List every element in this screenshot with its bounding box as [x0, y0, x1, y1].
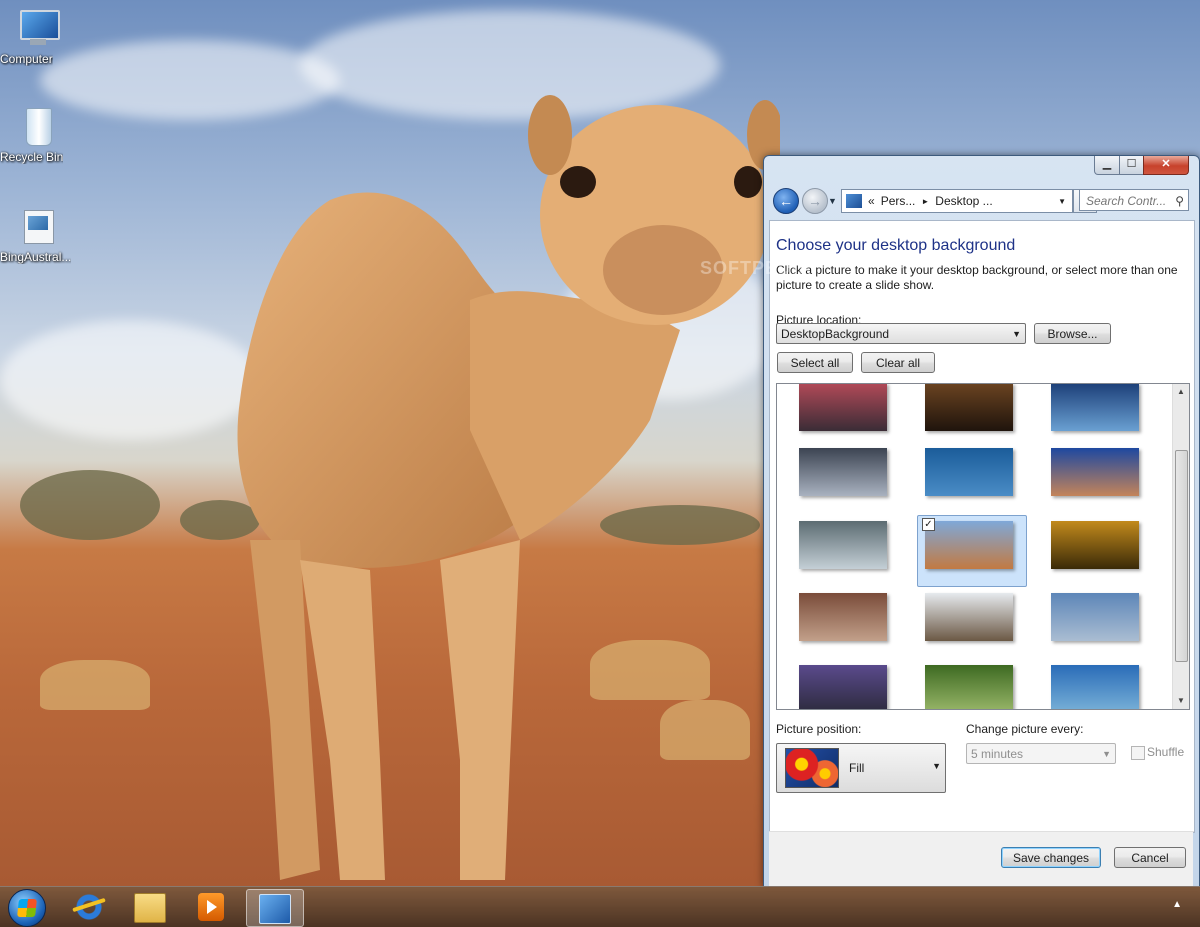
- play-icon: [207, 900, 217, 914]
- picture-location-value: DesktopBackground: [781, 327, 890, 341]
- search-icon[interactable]: ⚲: [1175, 190, 1184, 212]
- scroll-thumb[interactable]: [1175, 450, 1188, 662]
- thumbnail-cave-pool[interactable]: [799, 521, 887, 569]
- recent-pages-dropdown[interactable]: ▼: [828, 196, 837, 206]
- address-dropdown-icon[interactable]: ▼: [1058, 197, 1066, 206]
- taskbar-internet-explorer[interactable]: [62, 889, 118, 925]
- desktop-icon-label: Computer: [0, 52, 53, 66]
- thumbnail-camel[interactable]: [925, 521, 1013, 569]
- scroll-up-icon[interactable]: ▲: [1173, 384, 1189, 400]
- back-button[interactable]: ←: [773, 188, 799, 214]
- folder-icon: [134, 893, 166, 923]
- change-picture-value: 5 minutes: [971, 747, 1024, 761]
- picture-location-select[interactable]: DesktopBackground ▼: [776, 323, 1026, 344]
- close-button[interactable]: ✕: [1143, 156, 1189, 175]
- maximize-button[interactable]: ☐: [1119, 156, 1144, 175]
- breadcrumb-separator[interactable]: ►: [921, 197, 929, 206]
- picture-position-select[interactable]: Fill ▼: [776, 743, 946, 793]
- scroll-down-icon[interactable]: ▼: [1173, 693, 1189, 709]
- chevron-down-icon: ▼: [1102, 749, 1111, 759]
- thumbnail-snow-gums[interactable]: [1051, 593, 1139, 641]
- thumbnail-snow-wombats[interactable]: [925, 593, 1013, 641]
- picture-grid-scrollbar[interactable]: ▲ ▼: [1172, 384, 1189, 709]
- thumbnail-whale-tail[interactable]: [925, 448, 1013, 496]
- shuffle-checkbox[interactable]: [1131, 746, 1145, 760]
- breadcrumb-desktop-background[interactable]: Desktop ...: [935, 194, 992, 208]
- thumbnail-jacaranda[interactable]: [799, 665, 887, 709]
- taskbar-windows-explorer[interactable]: [122, 889, 178, 925]
- chevron-down-icon: ▼: [1012, 329, 1021, 339]
- thumbnail-frog[interactable]: [925, 665, 1013, 709]
- watermark: SOFTPEDIA: [700, 258, 813, 278]
- breadcrumb-personalization[interactable]: Pers...: [881, 194, 916, 208]
- desktop-icon-computer[interactable]: Computer: [0, 8, 76, 66]
- recycle-bin-icon: [18, 106, 58, 146]
- picture-position-label: Picture position:: [776, 722, 862, 736]
- theme-file-icon: [18, 206, 58, 246]
- desktop-icon-theme-file[interactable]: BingAustral...: [0, 206, 76, 264]
- picture-position-preview: [785, 748, 839, 788]
- search-input[interactable]: Search Contr... ⚲: [1079, 189, 1189, 211]
- taskbar: ▲: [0, 886, 1200, 927]
- computer-icon: [18, 8, 60, 48]
- breadcrumb-overflow[interactable]: «: [868, 194, 875, 208]
- thumbnail-coral[interactable]: [1051, 521, 1139, 569]
- minimize-button[interactable]: ▁: [1094, 156, 1120, 175]
- desktop-icon-label: Recycle Bin: [0, 150, 64, 164]
- windows-logo-icon: [17, 899, 37, 917]
- show-hidden-icons-button[interactable]: ▲: [1172, 899, 1182, 910]
- save-changes-button[interactable]: Save changes: [1001, 847, 1101, 868]
- thumbnail-shipwreck[interactable]: [1051, 665, 1139, 709]
- taskbar-media-player[interactable]: [184, 889, 240, 925]
- control-panel-icon: [259, 894, 291, 924]
- browse-button[interactable]: Browse...: [1034, 323, 1111, 344]
- thumbnail-shells[interactable]: [799, 593, 887, 641]
- cancel-button[interactable]: Cancel: [1114, 847, 1186, 868]
- taskbar-control-panel[interactable]: [246, 889, 304, 927]
- thumbnail-horse-eye[interactable]: [925, 384, 1013, 431]
- thumbnail-rock-arch[interactable]: [1051, 448, 1139, 496]
- thumbnail-storm-lightning[interactable]: [799, 448, 887, 496]
- page-title: Choose your desktop background: [776, 237, 1016, 254]
- control-panel-icon: [846, 194, 862, 208]
- forward-button[interactable]: →: [802, 188, 828, 214]
- picture-grid: ✓ ▲ ▼: [776, 383, 1190, 710]
- shuffle-label: Shuffle: [1147, 745, 1185, 759]
- change-picture-label: Change picture every:: [966, 722, 1084, 736]
- start-button[interactable]: [8, 889, 46, 927]
- page-description: Click a picture to make it your desktop …: [776, 263, 1178, 292]
- content-pane: Choose your desktop background Click a p…: [769, 220, 1195, 833]
- footer-bar: Save changes Cancel: [769, 831, 1193, 886]
- personalization-window: ▁ ☐ ✕ ← → ▼ « Pers... ► Desktop ... ▼ ↻ …: [763, 155, 1200, 887]
- camel-wallpaper: [237, 95, 780, 880]
- select-all-button[interactable]: Select all: [777, 352, 853, 373]
- desktop-icon-label: BingAustral...: [0, 250, 72, 264]
- change-picture-select[interactable]: 5 minutes ▼: [966, 743, 1116, 764]
- search-placeholder: Search Contr...: [1086, 194, 1167, 208]
- thumbnail-coastal-rocks[interactable]: [799, 384, 887, 431]
- thumbnail-checkbox[interactable]: ✓: [922, 518, 935, 531]
- chevron-down-icon: ▼: [932, 761, 941, 771]
- address-bar[interactable]: « Pers... ► Desktop ... ▼: [841, 189, 1073, 213]
- clear-all-button[interactable]: Clear all: [861, 352, 935, 373]
- picture-position-value: Fill: [849, 761, 865, 775]
- desktop-icon-recycle-bin[interactable]: Recycle Bin: [0, 106, 76, 164]
- thumbnail-mountain-lake[interactable]: [1051, 384, 1139, 431]
